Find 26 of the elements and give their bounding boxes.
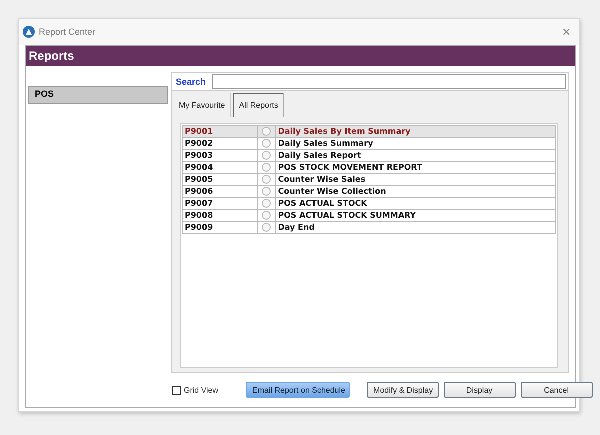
action-button[interactable]: Cancel: [520, 382, 593, 398]
tab[interactable]: All Reports: [233, 93, 284, 117]
radio-button[interactable]: [262, 127, 271, 136]
radio-button[interactable]: [262, 187, 271, 196]
sidebar-item[interactable]: POS: [28, 86, 168, 104]
radio-button[interactable]: [262, 199, 271, 208]
grid-view-checkbox[interactable]: Grid View: [172, 386, 219, 394]
code-cell: P9001: [182, 126, 258, 138]
radio-button[interactable]: [262, 151, 271, 160]
radio-button[interactable]: [262, 163, 271, 172]
action-button[interactable]: Modify & Display: [366, 382, 439, 398]
radio-button[interactable]: [262, 211, 271, 220]
radio-button[interactable]: [262, 175, 271, 184]
window-title: Report Center: [39, 27, 97, 37]
action-button[interactable]: Display: [444, 382, 516, 398]
radio-button[interactable]: [262, 139, 271, 148]
search-field[interactable]: [212, 74, 566, 89]
radio-button[interactable]: [262, 223, 271, 232]
app-icon: [23, 26, 35, 38]
report-name-cell: Day End: [276, 222, 556, 234]
tab[interactable]: My Favourite: [174, 93, 232, 117]
report-name-cell: Daily Sales By Item Summary: [276, 126, 556, 138]
search-label: Search: [176, 76, 206, 86]
action-button[interactable]: Email Report on Schedule: [246, 382, 350, 398]
code-cell: P9009: [182, 222, 258, 234]
header-title: Reports: [26, 46, 575, 66]
